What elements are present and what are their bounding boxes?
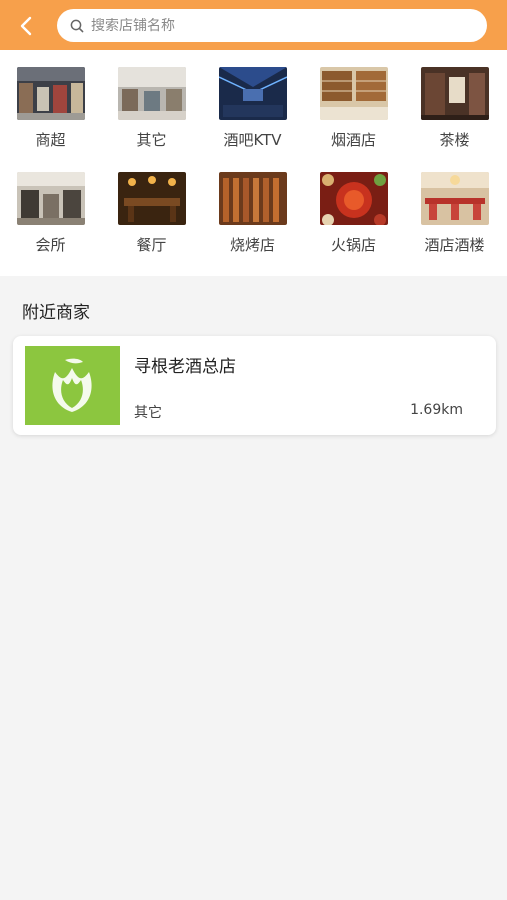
club-image xyxy=(16,172,85,225)
category-bbq[interactable]: 烧烤店 xyxy=(202,155,303,255)
merchant-logo xyxy=(25,346,120,425)
category-label: 会所 xyxy=(35,236,66,254)
category-label: 烧烤店 xyxy=(229,236,275,254)
restaurant-image xyxy=(117,172,186,225)
other-image xyxy=(117,67,186,120)
category-label: 商超 xyxy=(35,131,66,149)
category-supermarket[interactable]: 商超 xyxy=(0,50,101,150)
teahouse-image xyxy=(420,67,489,120)
bar-ktv-image xyxy=(218,67,287,120)
category-label: 酒吧KTV xyxy=(223,131,282,149)
category-label: 茶楼 xyxy=(439,131,470,149)
category-bar-ktv[interactable]: 酒吧KTV xyxy=(202,50,303,150)
back-button[interactable] xyxy=(10,10,42,42)
category-label: 火锅店 xyxy=(330,236,376,254)
merchant-distance: 1.69km xyxy=(410,402,463,418)
search-bar[interactable] xyxy=(57,9,487,42)
nearby-title: 附近商家 xyxy=(22,303,90,323)
category-restaurant[interactable]: 餐厅 xyxy=(101,155,202,255)
hotel-image xyxy=(420,172,489,225)
category-teahouse[interactable]: 茶楼 xyxy=(404,50,505,150)
category-hotpot[interactable]: 火锅店 xyxy=(303,155,404,255)
supermarket-image xyxy=(16,67,85,120)
category-label: 烟酒店 xyxy=(330,131,376,149)
hotpot-image xyxy=(319,172,388,225)
category-club[interactable]: 会所 xyxy=(0,155,101,255)
search-input[interactable] xyxy=(91,17,471,34)
top-bar xyxy=(0,0,507,50)
category-label: 餐厅 xyxy=(136,236,167,254)
category-other[interactable]: 其它 xyxy=(101,50,202,150)
category-label: 酒店酒楼 xyxy=(424,236,485,254)
search-icon xyxy=(69,18,85,34)
category-hotel[interactable]: 酒店酒楼 xyxy=(404,155,505,255)
category-grid: 商超 其它 酒吧KTV 烟酒店 茶楼 会所 餐厅 烧烤店 火锅店 酒店酒楼 xyxy=(0,50,507,276)
tobacco-liquor-image xyxy=(319,67,388,120)
merchant-category: 其它 xyxy=(134,405,162,421)
chevron-left-icon xyxy=(20,16,32,36)
category-tobacco-liquor[interactable]: 烟酒店 xyxy=(303,50,404,150)
merchant-card[interactable]: 寻根老酒总店 其它 1.69km xyxy=(13,336,496,435)
bbq-image xyxy=(218,172,287,225)
merchant-name: 寻根老酒总店 xyxy=(134,357,236,377)
category-label: 其它 xyxy=(136,131,167,149)
